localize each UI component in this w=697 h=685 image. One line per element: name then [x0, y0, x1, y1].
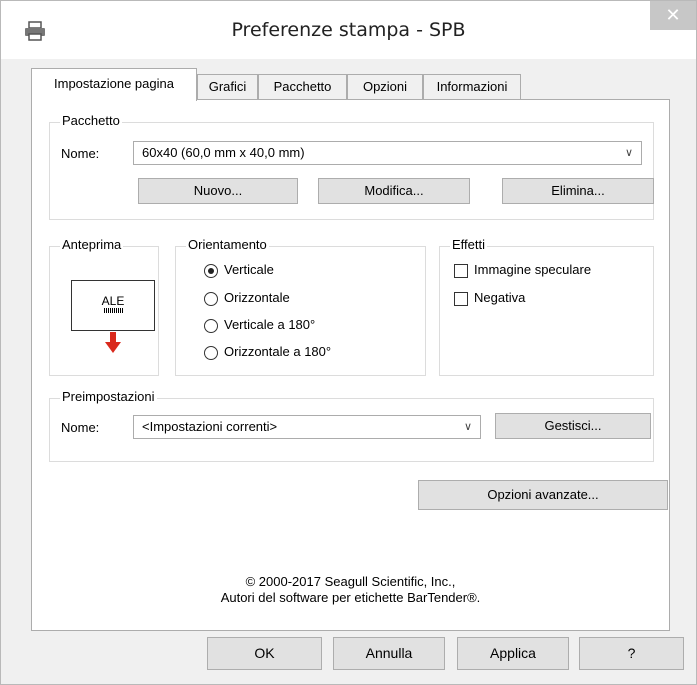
radio-verticale-180[interactable]: [204, 319, 218, 333]
copyright-text: © 2000-2017 Seagull Scientific, Inc., Au…: [32, 574, 669, 606]
window-title: Preferenze stampa - SPB: [231, 19, 466, 41]
print-preferences-dialog: Preferenze stampa - SPB ✕ Impostazione p…: [0, 0, 697, 685]
cancel-button[interactable]: Annulla: [333, 637, 445, 670]
tab-panel: Pacchetto Nome: 60x40 (60,0 mm x 40,0 mm…: [31, 99, 670, 631]
tab-informazioni[interactable]: Informazioni: [423, 74, 521, 100]
radio-orizzontale-label: Orizzontale: [224, 290, 290, 305]
pacchetto-group: [49, 122, 654, 220]
copyright-line-1: © 2000-2017 Seagull Scientific, Inc.,: [245, 574, 456, 589]
edit-button[interactable]: Modifica...: [318, 178, 470, 204]
pacchetto-name-select[interactable]: 60x40 (60,0 mm x 40,0 mm) ∨: [133, 141, 642, 165]
preimpostazioni-value: <Impostazioni correnti>: [142, 419, 278, 434]
preimpostazioni-group-label: Preimpostazioni: [60, 389, 157, 404]
title-bar: Preferenze stampa - SPB ✕: [1, 1, 696, 59]
barcode-icon: [104, 308, 124, 313]
tab-impostazione-pagina[interactable]: Impostazione pagina: [31, 68, 197, 101]
advanced-options-button[interactable]: Opzioni avanzate...: [418, 480, 668, 510]
pacchetto-name-label: Nome:: [61, 146, 100, 161]
orientamento-group-label: Orientamento: [186, 237, 269, 252]
pacchetto-group-label: Pacchetto: [60, 113, 122, 128]
new-button[interactable]: Nuovo...: [138, 178, 298, 204]
manage-button[interactable]: Gestisci...: [495, 413, 651, 439]
chevron-down-icon: ∨: [624, 147, 633, 159]
radio-orizzontale[interactable]: [204, 292, 218, 306]
checkbox-immagine-speculare[interactable]: [454, 264, 468, 278]
anteprima-group-label: Anteprima: [60, 237, 124, 252]
tab-grafici[interactable]: Grafici: [197, 74, 258, 100]
copyright-line-2: Autori del software per etichette BarTen…: [220, 590, 481, 605]
arrow-down-icon: [105, 332, 121, 353]
delete-button[interactable]: Elimina...: [502, 178, 654, 204]
radio-verticale[interactable]: [204, 264, 218, 278]
ok-button[interactable]: OK: [207, 637, 322, 670]
radio-orizzontale-180-label: Orizzontale a 180°: [224, 344, 332, 359]
checkbox-negativa[interactable]: [454, 292, 468, 306]
radio-orizzontale-180[interactable]: [204, 346, 218, 360]
effetti-group-label: Effetti: [450, 237, 488, 252]
radio-verticale-label: Verticale: [224, 262, 274, 277]
radio-verticale-180-label: Verticale a 180°: [224, 317, 316, 332]
label-preview-text: ALE: [101, 294, 125, 308]
checkbox-immagine-speculare-label: Immagine speculare: [474, 262, 592, 277]
chevron-down-icon: ∨: [463, 421, 472, 433]
close-button[interactable]: ✕: [650, 1, 696, 30]
checkbox-negativa-label: Negativa: [474, 290, 526, 305]
label-preview: ALE: [71, 280, 155, 331]
preimpostazioni-select[interactable]: <Impostazioni correnti> ∨: [133, 415, 481, 439]
apply-button[interactable]: Applica: [457, 637, 569, 670]
help-button[interactable]: ?: [579, 637, 684, 670]
tab-opzioni[interactable]: Opzioni: [347, 74, 423, 100]
pacchetto-name-value: 60x40 (60,0 mm x 40,0 mm): [142, 145, 305, 160]
tab-pacchetto[interactable]: Pacchetto: [258, 74, 347, 100]
preimpostazioni-name-label: Nome:: [61, 420, 100, 435]
